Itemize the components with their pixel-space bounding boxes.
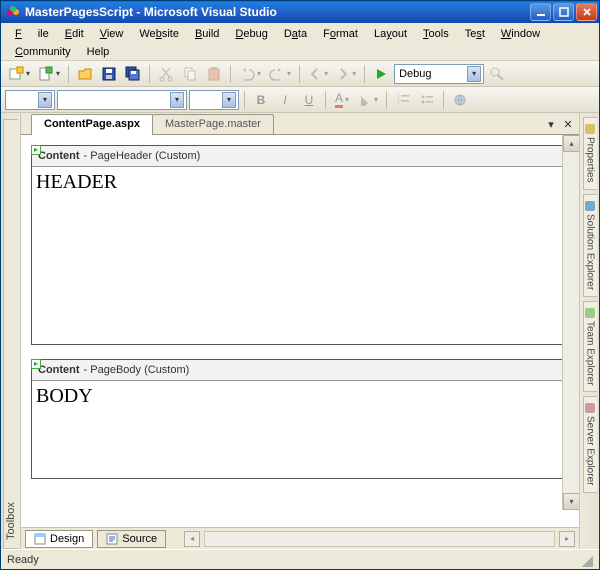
copy-button[interactable] [179,63,201,85]
menu-format[interactable]: Format [315,25,366,43]
solution-explorer-tab[interactable]: Solution Explorer [583,194,597,297]
menu-build[interactable]: Build [187,25,227,43]
font-family-combo[interactable]: ▾ [57,90,187,110]
region-body-header[interactable]: HEADER [32,167,568,344]
view-tabs: Design Source ◂ ▸ [21,527,579,549]
view-tab-design-label: Design [50,533,84,545]
menu-edit[interactable]: Edit [57,25,92,43]
block-format-combo[interactable]: ▾ [5,90,55,110]
tab-masterpage[interactable]: MasterPage.master [152,114,274,134]
start-debug-button[interactable] [370,63,392,85]
close-document-button[interactable]: ✕ [561,117,575,131]
config-combo[interactable]: Debug ▾ [394,64,484,84]
redo-button[interactable]: ▾ [266,63,294,85]
menu-file[interactable]: File [7,25,57,43]
scroll-down-icon[interactable]: ▾ [563,493,579,510]
toolbox-tab[interactable]: Toolbox [3,119,18,549]
status-text: Ready [7,554,39,566]
region-label-body: Content - PageBody (Custom) [32,360,568,381]
resize-gripper-icon[interactable] [579,553,593,567]
nav-forward-button[interactable]: ▾ [333,63,359,85]
properties-tab[interactable]: Properties [583,117,597,190]
view-tab-source-label: Source [122,533,157,545]
paste-button[interactable] [203,63,225,85]
content-region-pageheader[interactable]: ▸ Content - PageHeader (Custom) HEADER [31,145,569,345]
bold-button[interactable]: B [250,89,272,111]
maximize-button[interactable] [553,3,574,21]
menu-community[interactable]: Community [7,43,79,61]
undo-button[interactable]: ▾ [236,63,264,85]
document-tabstrip: ContentPage.aspx MasterPage.master ▾ ✕ [21,113,579,135]
scroll-up-icon[interactable]: ▴ [563,135,579,152]
main-area: Toolbox ContentPage.aspx MasterPage.mast… [1,113,599,549]
menu-debug[interactable]: Debug [227,25,275,43]
design-icon [34,533,46,545]
menu-view[interactable]: View [92,25,132,43]
menu-website[interactable]: Website [131,25,187,43]
team-explorer-tab[interactable]: Team Explorer [583,301,597,392]
smart-tag-icon[interactable]: ▸ [31,145,41,155]
save-all-button[interactable] [122,63,144,85]
menu-data[interactable]: Data [276,25,315,43]
menu-help[interactable]: Help [79,43,118,61]
content-region-pagebody[interactable]: ▸ Content - PageBody (Custom) BODY [31,359,569,479]
backcolor-button[interactable]: ▾ [355,89,381,111]
region-label-header: Content - PageHeader (Custom) [32,146,568,167]
app-icon [5,4,21,20]
left-dock: Toolbox [1,113,21,549]
font-size-combo[interactable]: ▾ [189,90,239,110]
config-value: Debug [399,68,431,80]
vertical-scrollbar[interactable]: ▴ ▾ [562,135,579,510]
standard-toolbar: ▾ ▾ ▾ ▾ ▾ ▾ Debug ▾ [1,61,599,87]
right-dock: Properties Solution Explorer Team Explor… [579,113,599,549]
bulleted-list-button[interactable] [416,89,438,111]
document-area: ContentPage.aspx MasterPage.master ▾ ✕ ▸… [21,113,579,549]
server-explorer-tab[interactable]: Server Explorer [583,396,597,492]
menu-layout[interactable]: Layout [366,25,415,43]
scroll-left-icon[interactable]: ◂ [184,531,200,547]
italic-button[interactable]: I [274,89,296,111]
region-label-rest: - PageHeader (Custom) [84,150,201,162]
hyperlink-button[interactable] [449,89,471,111]
forecolor-button[interactable]: A▾ [331,89,353,111]
smart-tag-icon[interactable]: ▸ [31,359,41,369]
menubar: File Edit View Website Build Debug Data … [1,23,599,61]
statusbar: Ready [1,549,599,569]
numbered-list-button[interactable]: 12 [392,89,414,111]
open-button[interactable] [74,63,96,85]
window-title: MasterPagesScript - Microsoft Visual Stu… [25,5,277,19]
region-label-strong: Content [38,150,80,162]
region-body-body[interactable]: BODY [32,381,568,478]
chevron-down-icon: ▾ [467,66,481,82]
formatting-toolbar: ▾ ▾ ▾ B I U A▾ ▾ 12 [1,87,599,113]
close-button[interactable] [576,3,597,21]
save-button[interactable] [98,63,120,85]
minimize-button[interactable] [530,3,551,21]
window-titlebar: MasterPagesScript - Microsoft Visual Stu… [1,1,599,23]
menu-tools[interactable]: Tools [415,25,457,43]
menu-window[interactable]: Window [493,25,548,43]
add-item-button[interactable]: ▾ [35,63,63,85]
tab-contentpage[interactable]: ContentPage.aspx [31,114,153,135]
svg-text:2: 2 [397,99,400,105]
region-label-strong: Content [38,364,80,376]
nav-back-button[interactable]: ▾ [305,63,331,85]
menu-test[interactable]: Test [457,25,493,43]
source-icon [106,533,118,545]
new-project-button[interactable]: ▾ [5,63,33,85]
view-tab-design[interactable]: Design [25,530,93,548]
cut-button[interactable] [155,63,177,85]
region-label-rest: - PageBody (Custom) [84,364,190,376]
view-tab-source[interactable]: Source [97,530,166,548]
tab-list-dropdown[interactable]: ▾ [544,117,558,131]
scroll-right-icon[interactable]: ▸ [559,531,575,547]
design-surface[interactable]: ▸ Content - PageHeader (Custom) HEADER ▸… [21,135,579,527]
underline-button[interactable]: U [298,89,320,111]
find-button[interactable] [486,63,508,85]
